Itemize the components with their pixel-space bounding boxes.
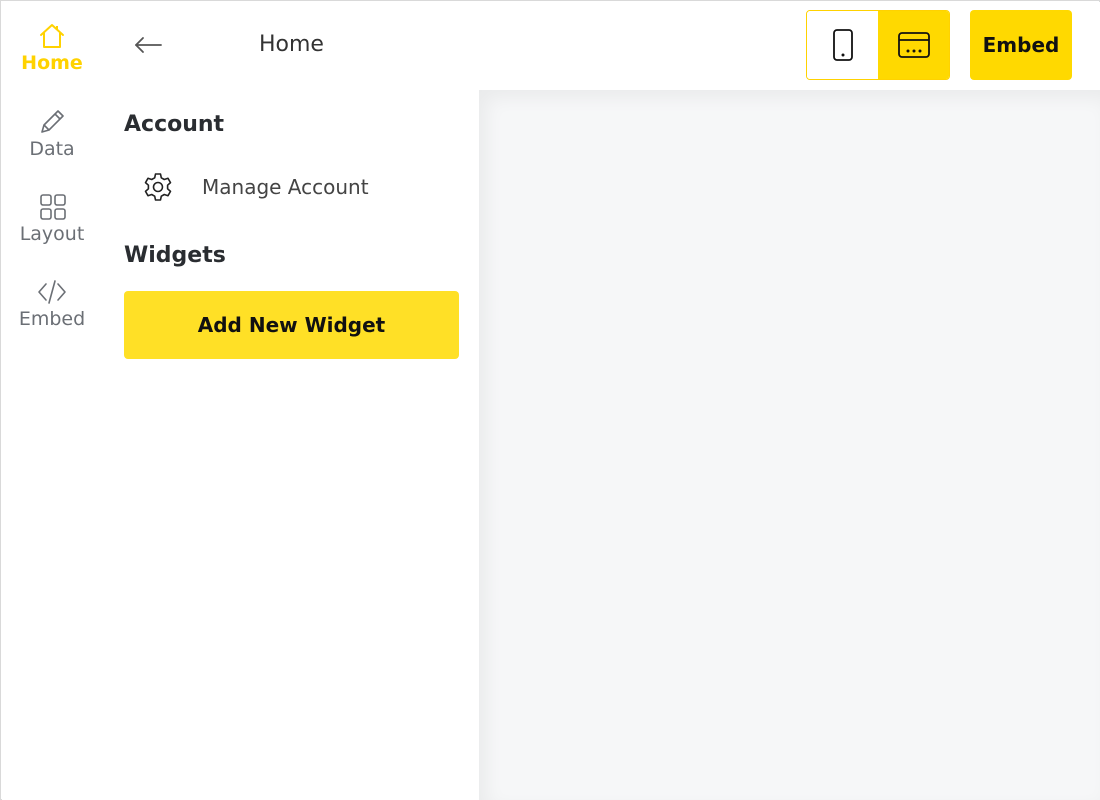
mobile-view-button[interactable]	[807, 11, 878, 79]
arrow-left-icon	[135, 37, 162, 53]
rail-item-data[interactable]: Data	[2, 106, 102, 160]
manage-account-label: Manage Account	[202, 175, 369, 199]
add-new-widget-button[interactable]: Add New Widget	[124, 291, 459, 359]
pencil-icon	[41, 110, 64, 133]
account-section-title: Account	[124, 112, 225, 137]
settings-panel: Account Manage Account Widgets Add New W…	[102, 90, 479, 800]
widgets-section-title: Widgets	[124, 243, 226, 268]
back-button[interactable]	[132, 30, 164, 62]
desktop-view-button[interactable]	[878, 11, 949, 79]
embed-button[interactable]: Embed	[970, 10, 1072, 80]
rail-item-label: Embed	[18, 308, 86, 330]
top-bar: Home Embed	[102, 2, 1100, 90]
page-title: Home	[259, 32, 324, 57]
device-toggle	[806, 10, 950, 80]
app-window: Home Data Layout Embed Home Embed Accoun…	[0, 0, 1100, 800]
rail-item-label: Home	[21, 52, 83, 74]
rail-item-label: Layout	[19, 223, 85, 245]
desktop-icon	[897, 32, 930, 58]
manage-account-item[interactable]: Manage Account	[142, 170, 369, 204]
rail-item-home[interactable]: Home	[2, 20, 102, 74]
gear-icon	[144, 173, 172, 201]
rail-item-embed[interactable]: Embed	[2, 276, 102, 330]
preview-canvas	[479, 90, 1100, 800]
code-icon	[38, 280, 66, 304]
home-icon	[40, 24, 64, 48]
mobile-icon	[832, 29, 853, 61]
side-rail: Home Data Layout Embed	[2, 2, 102, 800]
grid-icon	[40, 194, 66, 220]
rail-item-layout[interactable]: Layout	[2, 191, 102, 245]
rail-item-label: Data	[29, 138, 75, 160]
